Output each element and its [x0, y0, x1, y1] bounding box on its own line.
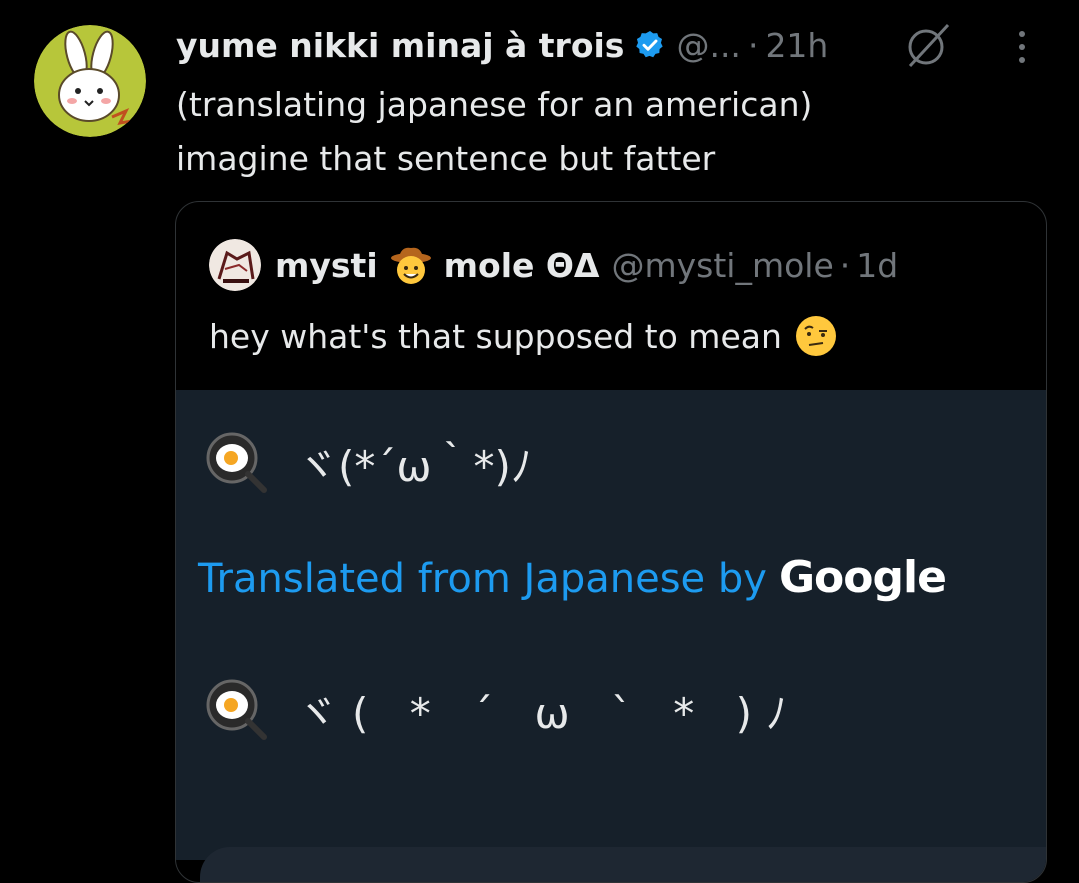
quoted-tweet-card[interactable]: mysti mole ΘΔ @mysti_mole · 1d hey what'… — [175, 201, 1047, 883]
quoted-tweet-header: mysti mole ΘΔ @mysti_mole · 1d — [209, 239, 898, 291]
tweet-header: yume nikki minaj à trois @... · 21h — [176, 20, 828, 70]
translated-kaomoji: ヾ( * ´ ω ` * )ﾉ — [296, 688, 802, 738]
no-symbol-icon — [902, 20, 952, 70]
more-options-icon[interactable] — [1007, 22, 1037, 72]
media-card-edge — [200, 847, 1046, 882]
author-avatar[interactable] — [34, 25, 146, 137]
fried-egg-pan-icon — [204, 677, 270, 743]
author-name[interactable]: yume nikki minaj à trois — [176, 26, 624, 65]
google-logo: Google — [778, 552, 947, 603]
quoted-author-avatar[interactable] — [209, 239, 261, 291]
fried-egg-pan-icon — [204, 430, 270, 496]
original-kaomoji: ヾ(*´ω｀*)ﾉ — [296, 441, 532, 491]
raised-eyebrow-face-icon — [794, 314, 838, 358]
separator-dot: · — [839, 245, 851, 285]
tweet-text: (translating japanese for an american) i… — [176, 78, 812, 186]
translation-attribution[interactable]: Translated from Japanese by Google — [198, 552, 947, 603]
quoted-author-handle[interactable]: @mysti_mole — [611, 246, 833, 285]
quoted-text: hey what's that supposed to mean — [209, 316, 782, 356]
quoted-author-name-suffix[interactable]: mole ΘΔ — [444, 246, 600, 285]
quoted-tweet-text: hey what's that supposed to mean — [209, 314, 838, 358]
translation-label[interactable]: Translated from Japanese by — [198, 556, 767, 602]
tweet-text-line: (translating japanese for an american) — [176, 85, 813, 124]
quoted-tweet-time[interactable]: 1d — [856, 246, 898, 285]
verified-badge-icon[interactable] — [634, 29, 666, 61]
original-kaomoji-line: ヾ(*´ω｀*)ﾉ — [204, 430, 532, 496]
quoted-author-name[interactable]: mysti — [275, 246, 378, 285]
tweet-time[interactable]: 21h — [765, 26, 828, 65]
cowboy-face-icon — [390, 244, 432, 286]
tweet-text-line: imagine that sentence but fatter — [176, 139, 716, 178]
author-handle[interactable]: @... — [676, 26, 740, 65]
separator-dot: · — [747, 25, 759, 65]
translated-kaomoji-line: ヾ( * ´ ω ` * )ﾉ — [204, 677, 801, 743]
